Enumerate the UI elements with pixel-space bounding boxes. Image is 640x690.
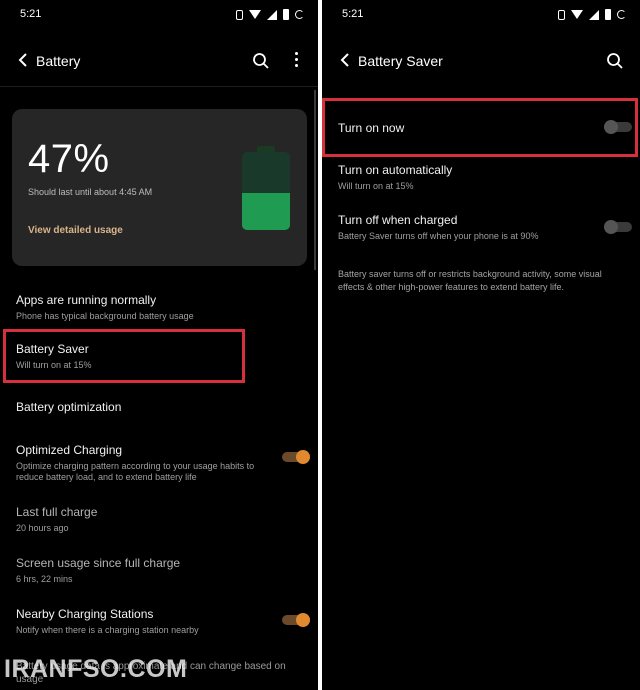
page-title: Battery Saver bbox=[358, 53, 443, 69]
item-subtitle: 6 hrs, 22 mins bbox=[16, 574, 73, 584]
signal-icon bbox=[589, 9, 599, 20]
status-bar: 5:21 bbox=[20, 8, 304, 22]
item-title: Nearby Charging Stations bbox=[16, 607, 154, 621]
turn-off-when-charged-toggle[interactable] bbox=[604, 220, 632, 234]
nearby-charging-toggle[interactable] bbox=[282, 613, 310, 627]
nearby-charging-item[interactable]: Nearby Charging Stations Notify when the… bbox=[16, 607, 268, 636]
item-title: Screen usage since full charge bbox=[16, 556, 181, 570]
item-title: Battery optimization bbox=[16, 400, 122, 414]
vibrate-icon bbox=[558, 9, 565, 20]
item-subtitle: Optimize charging pattern according to y… bbox=[16, 461, 255, 482]
status-bar: 5:21 bbox=[342, 8, 626, 22]
wifi-icon bbox=[249, 10, 261, 19]
highlight-box bbox=[3, 329, 245, 383]
item-subtitle: Phone has typical background battery usa… bbox=[16, 311, 194, 321]
optimized-charging-toggle[interactable] bbox=[282, 450, 310, 464]
wifi-icon bbox=[571, 10, 583, 19]
search-icon[interactable] bbox=[606, 52, 624, 70]
battery-level-icon bbox=[242, 146, 290, 230]
optimized-charging-item[interactable]: Optimized Charging Optimize charging pat… bbox=[16, 443, 268, 483]
battery-saver-description: Battery saver turns off or restricts bac… bbox=[338, 269, 602, 292]
item-title: Optimized Charging bbox=[16, 443, 123, 457]
battery-percent: 47% bbox=[28, 137, 110, 181]
battery-optimization-item[interactable]: Battery optimization bbox=[16, 400, 304, 414]
app-bar: Battery bbox=[0, 44, 318, 78]
battery-status-icon bbox=[283, 9, 289, 20]
back-arrow-icon[interactable] bbox=[336, 50, 356, 70]
status-time: 5:21 bbox=[20, 8, 42, 20]
last-full-charge-item: Last full charge 20 hours ago bbox=[16, 505, 304, 534]
appbar-divider bbox=[0, 86, 318, 87]
item-title: Turn on automatically bbox=[338, 163, 453, 177]
screen-usage-item: Screen usage since full charge 6 hrs, 22… bbox=[16, 556, 304, 585]
battery-summary-card: 47% Should last until about 4:45 AM View… bbox=[12, 109, 307, 266]
item-title: Apps are running normally bbox=[16, 293, 157, 307]
watermark: IRANFSO.COM bbox=[4, 655, 188, 683]
item-title: Last full charge bbox=[16, 505, 98, 519]
signal-icon bbox=[267, 9, 277, 20]
more-options-icon[interactable] bbox=[293, 52, 299, 70]
battery-estimate: Should last until about 4:45 AM bbox=[28, 187, 153, 197]
item-subtitle: 20 hours ago bbox=[16, 523, 69, 533]
vibrate-icon bbox=[236, 9, 243, 20]
scrollbar[interactable] bbox=[314, 90, 316, 270]
item-subtitle: Battery Saver turns off when your phone … bbox=[338, 231, 539, 241]
turn-off-when-charged-item[interactable]: Turn off when charged Battery Saver turn… bbox=[338, 213, 590, 242]
item-subtitle: Notify when there is a charging station … bbox=[16, 625, 199, 635]
apps-status-item[interactable]: Apps are running normally Phone has typi… bbox=[16, 293, 304, 322]
page-title: Battery bbox=[36, 53, 81, 69]
view-detailed-usage-link[interactable]: View detailed usage bbox=[28, 225, 123, 236]
status-icons bbox=[558, 9, 626, 20]
back-arrow-icon[interactable] bbox=[14, 50, 34, 70]
item-title: Turn off when charged bbox=[338, 213, 458, 227]
turn-on-automatically-item[interactable]: Turn on automatically Will turn on at 15… bbox=[338, 163, 626, 192]
sync-icon bbox=[617, 10, 626, 19]
sync-icon bbox=[295, 10, 304, 19]
highlight-box bbox=[322, 98, 638, 157]
battery-screen: 5:21 Battery 47% Should last until about… bbox=[0, 0, 318, 690]
search-icon[interactable] bbox=[252, 52, 270, 70]
battery-status-icon bbox=[605, 9, 611, 20]
app-bar: Battery Saver bbox=[322, 44, 640, 78]
battery-saver-screen: 5:21 Battery Saver Turn on now Turn on a… bbox=[322, 0, 640, 690]
item-subtitle: Will turn on at 15% bbox=[338, 181, 414, 191]
status-time: 5:21 bbox=[342, 8, 364, 20]
battery-level-fill bbox=[242, 193, 290, 230]
status-icons bbox=[236, 9, 304, 20]
